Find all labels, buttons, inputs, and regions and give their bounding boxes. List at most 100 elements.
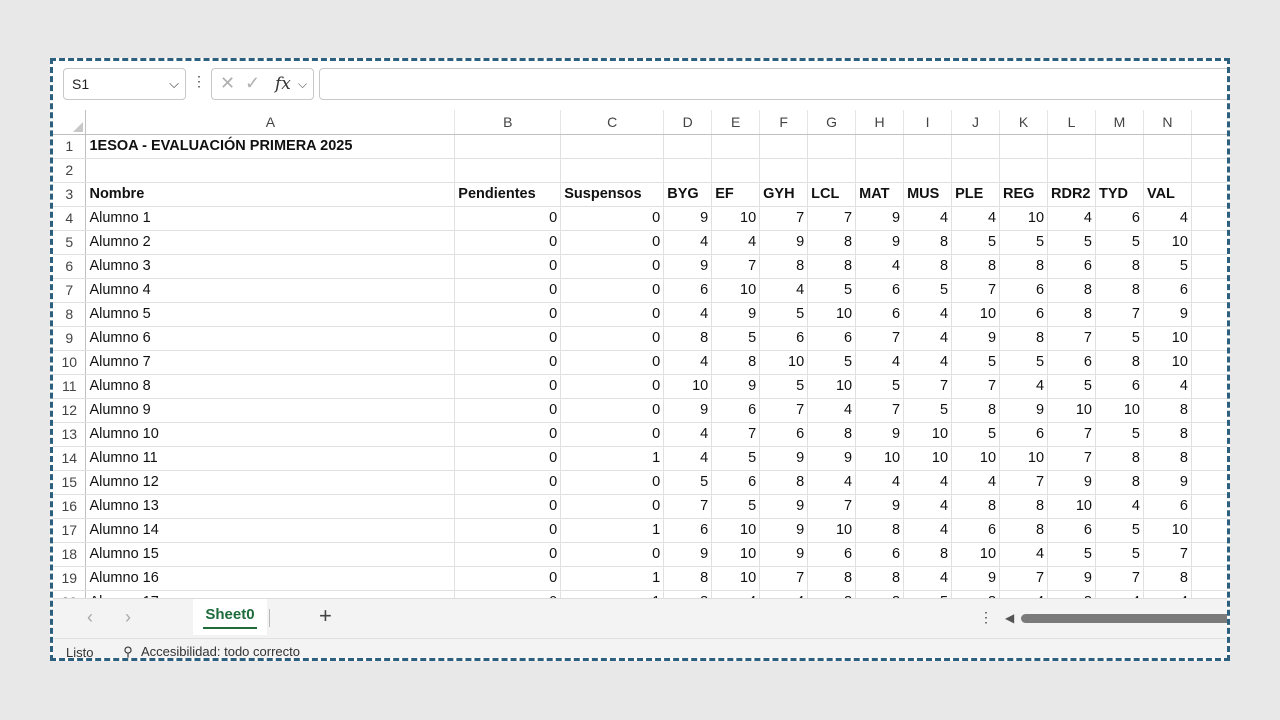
row-header[interactable]: 20 — [53, 590, 87, 598]
cell[interactable]: Alumno 7 — [85, 350, 456, 375]
column-title-cell[interactable]: TYD — [1095, 182, 1144, 207]
cell[interactable] — [1191, 206, 1227, 231]
column-header[interactable]: B — [454, 110, 562, 135]
cell[interactable]: 8 — [1047, 590, 1096, 598]
cell[interactable]: 0 — [454, 374, 562, 399]
cell[interactable]: 8 — [1143, 566, 1192, 591]
cell[interactable]: 10 — [951, 446, 1001, 471]
cell[interactable] — [1191, 230, 1227, 255]
cell[interactable]: 8 — [1095, 350, 1144, 375]
chevron-left-icon[interactable]: ‹ — [87, 607, 93, 628]
cell[interactable]: 5 — [711, 446, 761, 471]
cell[interactable] — [807, 158, 857, 183]
column-title-cell[interactable]: VAL — [1143, 182, 1192, 207]
cell[interactable]: 8 — [807, 254, 857, 279]
cell[interactable]: 8 — [711, 350, 761, 375]
row-header[interactable]: 3 — [53, 182, 87, 207]
cell[interactable]: 1 — [560, 518, 665, 543]
cell[interactable]: 10 — [1047, 398, 1096, 423]
row-header[interactable]: 6 — [53, 254, 87, 279]
cell[interactable]: 5 — [663, 470, 713, 495]
cell[interactable]: 5 — [903, 278, 953, 303]
column-title-cell[interactable]: MUS — [903, 182, 953, 207]
cell[interactable]: 0 — [454, 590, 562, 598]
cell[interactable]: 7 — [759, 566, 809, 591]
cell[interactable]: 8 — [999, 518, 1049, 543]
cell[interactable]: 10 — [711, 542, 761, 567]
cell[interactable]: 0 — [560, 206, 665, 231]
cell[interactable]: Alumno 8 — [85, 374, 456, 399]
cell[interactable]: 8 — [807, 230, 857, 255]
cell[interactable]: 5 — [951, 422, 1001, 447]
cell[interactable]: 10 — [1143, 518, 1192, 543]
row-header[interactable]: 10 — [53, 350, 87, 375]
cell[interactable]: 8 — [1095, 278, 1144, 303]
cell[interactable]: 7 — [1047, 422, 1096, 447]
cell[interactable] — [999, 158, 1049, 183]
cell[interactable]: 0 — [454, 350, 562, 375]
cell[interactable]: 9 — [951, 566, 1001, 591]
cell[interactable]: 5 — [759, 374, 809, 399]
cell[interactable]: 8 — [1143, 398, 1192, 423]
cell[interactable]: 4 — [663, 446, 713, 471]
cell[interactable]: 6 — [1047, 350, 1096, 375]
cell[interactable]: 9 — [855, 206, 905, 231]
cell[interactable] — [1047, 134, 1096, 159]
cell[interactable]: 0 — [560, 542, 665, 567]
cell[interactable]: 0 — [454, 206, 562, 231]
column-title-cell[interactable]: REG — [999, 182, 1049, 207]
cell[interactable]: 0 — [454, 446, 562, 471]
column-title-cell[interactable]: MAT — [855, 182, 905, 207]
cell[interactable]: 4 — [903, 470, 953, 495]
cell[interactable]: 5 — [999, 350, 1049, 375]
cell[interactable]: 6 — [855, 302, 905, 327]
cell[interactable] — [1143, 134, 1192, 159]
cell[interactable]: 10 — [807, 374, 857, 399]
cell[interactable] — [759, 158, 809, 183]
sheet-tab-active[interactable]: Sheet0 — [193, 599, 267, 635]
cell[interactable]: 8 — [855, 566, 905, 591]
cell[interactable]: 4 — [903, 518, 953, 543]
cell[interactable] — [454, 134, 562, 159]
row-header[interactable]: 8 — [53, 302, 87, 327]
cell[interactable]: 9 — [711, 302, 761, 327]
cell[interactable]: 10 — [1095, 398, 1144, 423]
cell[interactable]: 0 — [560, 470, 665, 495]
cell[interactable] — [454, 158, 562, 183]
cell[interactable] — [711, 134, 761, 159]
cell[interactable]: 10 — [711, 566, 761, 591]
row-header[interactable]: 1 — [53, 134, 87, 159]
cell[interactable]: 8 — [1095, 254, 1144, 279]
cell[interactable] — [560, 158, 665, 183]
name-box[interactable]: S1 ⌵ — [63, 68, 186, 100]
cell[interactable]: 4 — [759, 590, 809, 598]
check-icon[interactable]: ✓ — [245, 73, 260, 94]
cell[interactable]: 9 — [663, 206, 713, 231]
scrollbar-thumb[interactable] — [1021, 614, 1227, 623]
cell[interactable] — [663, 158, 713, 183]
cell[interactable]: 0 — [454, 254, 562, 279]
cell[interactable]: 4 — [903, 302, 953, 327]
cell[interactable]: 10 — [951, 302, 1001, 327]
row-header[interactable]: 16 — [53, 494, 87, 519]
column-title-cell[interactable]: EF — [711, 182, 761, 207]
cell[interactable]: 8 — [759, 470, 809, 495]
cell[interactable]: 8 — [807, 422, 857, 447]
cell[interactable] — [1191, 398, 1227, 423]
cell[interactable]: 7 — [999, 566, 1049, 591]
cell[interactable]: 8 — [999, 254, 1049, 279]
cell[interactable]: 6 — [663, 518, 713, 543]
cell[interactable]: 8 — [951, 590, 1001, 598]
cell[interactable]: 4 — [903, 326, 953, 351]
cell[interactable]: 7 — [807, 494, 857, 519]
cell[interactable]: 6 — [1143, 494, 1192, 519]
column-header[interactable]: F — [759, 110, 809, 135]
cell[interactable]: 4 — [1047, 206, 1096, 231]
cell[interactable]: 10 — [1143, 326, 1192, 351]
cell[interactable]: 9 — [1143, 302, 1192, 327]
cell[interactable]: 5 — [807, 278, 857, 303]
cell[interactable]: 4 — [999, 374, 1049, 399]
cell[interactable]: 8 — [951, 494, 1001, 519]
cell[interactable]: 4 — [1095, 590, 1144, 598]
cell[interactable] — [1191, 374, 1227, 399]
